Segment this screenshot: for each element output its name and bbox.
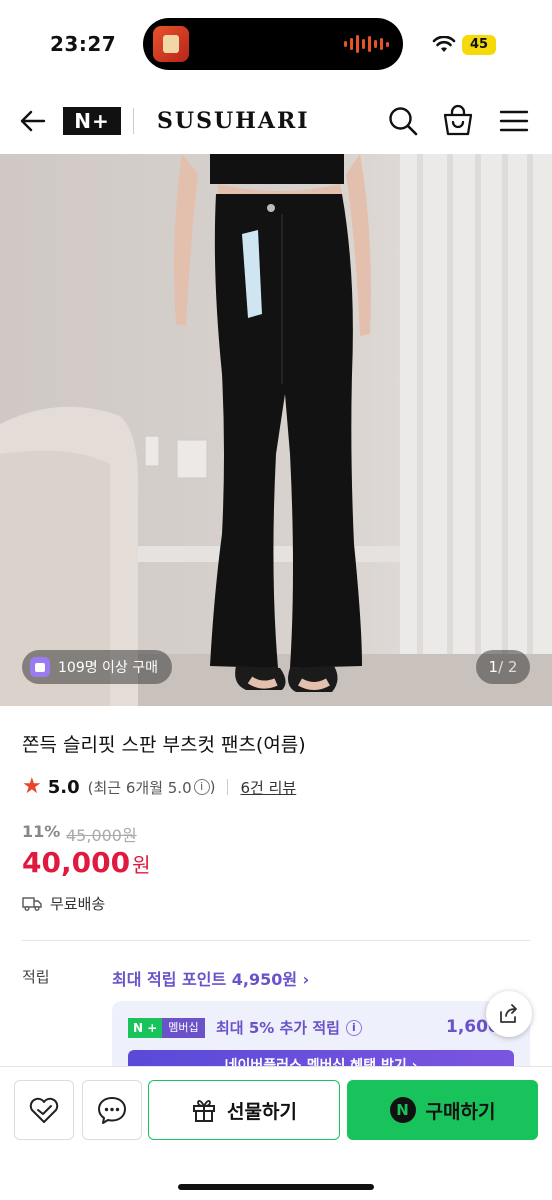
status-time: 23:27 [50, 32, 117, 56]
battery-indicator: 45 [462, 35, 496, 55]
points-label: 적립 [22, 968, 50, 986]
gift-label: 선물하기 [227, 1100, 297, 1123]
rating-row: ★ 5.0 (최근 6개월 5.0 i ) 6건 리뷰 [22, 776, 296, 798]
naver-plus-tag: N + [128, 1018, 163, 1038]
sale-price-value: 40,000 [22, 846, 131, 879]
back-arrow-icon[interactable] [18, 106, 48, 136]
membership-text: 최대 5% 추가 적립 i [216, 1017, 362, 1038]
membership-tag-label: 멤버십 [162, 1018, 205, 1038]
app-header: N+ SUSUHARI [0, 88, 552, 154]
section-divider [22, 940, 530, 941]
dynamic-island [143, 18, 403, 70]
share-button[interactable] [486, 991, 532, 1037]
info-icon[interactable]: i [193, 779, 210, 795]
chat-bubble-icon [98, 1097, 126, 1124]
now-playing-app-icon [153, 26, 189, 62]
rating-score: 5.0 [47, 776, 80, 798]
star-icon: ★ [22, 774, 42, 799]
product-title: 쫀득 슬리핏 스판 부츠컷 팬츠(여름) [22, 734, 306, 756]
shopping-bag-icon[interactable] [441, 104, 475, 138]
rating-recent-close: ) [209, 778, 216, 796]
product-photo-illustration [0, 154, 552, 706]
gift-button[interactable]: 선물하기 [148, 1080, 340, 1140]
truck-icon [22, 896, 42, 911]
home-indicator [178, 1184, 374, 1190]
talktalk-chat-button[interactable] [82, 1080, 142, 1140]
bottom-action-bar: 선물하기 N 구매하기 [0, 1066, 552, 1200]
gift-icon [193, 1100, 216, 1122]
naver-plus-logo[interactable]: N+ [63, 107, 121, 135]
sale-price: 40,000 원 [22, 846, 150, 879]
heart-check-icon [29, 1097, 59, 1123]
shipping-text: 무료배송 [50, 895, 106, 913]
image-pagination: 1 / 2 [476, 650, 530, 684]
status-bar: 23:27 45 [0, 0, 552, 88]
wishlist-button[interactable] [14, 1080, 74, 1140]
page-current: 1 [488, 658, 499, 676]
sale-price-unit: 원 [132, 853, 151, 877]
wifi-icon [432, 36, 456, 52]
page-total: / 2 [498, 658, 518, 676]
membership-text-label: 최대 5% 추가 적립 [216, 1019, 340, 1037]
original-price: 45,000원 [66, 826, 137, 845]
naver-pay-n-icon: N [389, 1097, 416, 1123]
menu-icon[interactable] [497, 104, 531, 138]
store-brand[interactable]: SUSUHARI [157, 108, 310, 134]
audio-wave-icon [344, 34, 389, 54]
discount-rate: 11% [22, 822, 61, 841]
max-points-link[interactable]: 최대 적립 포인트 4,950원 › [112, 966, 309, 990]
shopping-bag-badge-icon [30, 657, 50, 677]
product-image[interactable] [0, 154, 552, 706]
header-divider [133, 108, 134, 134]
membership-info-icon[interactable]: i [345, 1019, 362, 1036]
rating-separator [227, 779, 229, 795]
purchase-count-text: 109명 이상 구매 [58, 660, 159, 676]
rating-recent: (최근 6개월 5.0 [87, 778, 192, 797]
membership-tag: N + 멤버십 [128, 1018, 205, 1038]
shipping-info: 무료배송 [22, 893, 105, 914]
buy-button[interactable]: N 구매하기 [347, 1080, 538, 1140]
search-icon[interactable] [386, 104, 420, 138]
share-icon [500, 1004, 517, 1023]
purchase-count-badge: 109명 이상 구매 [22, 650, 173, 684]
reviews-link[interactable]: 6건 리뷰 [240, 777, 296, 798]
buy-label: 구매하기 [425, 1100, 496, 1123]
